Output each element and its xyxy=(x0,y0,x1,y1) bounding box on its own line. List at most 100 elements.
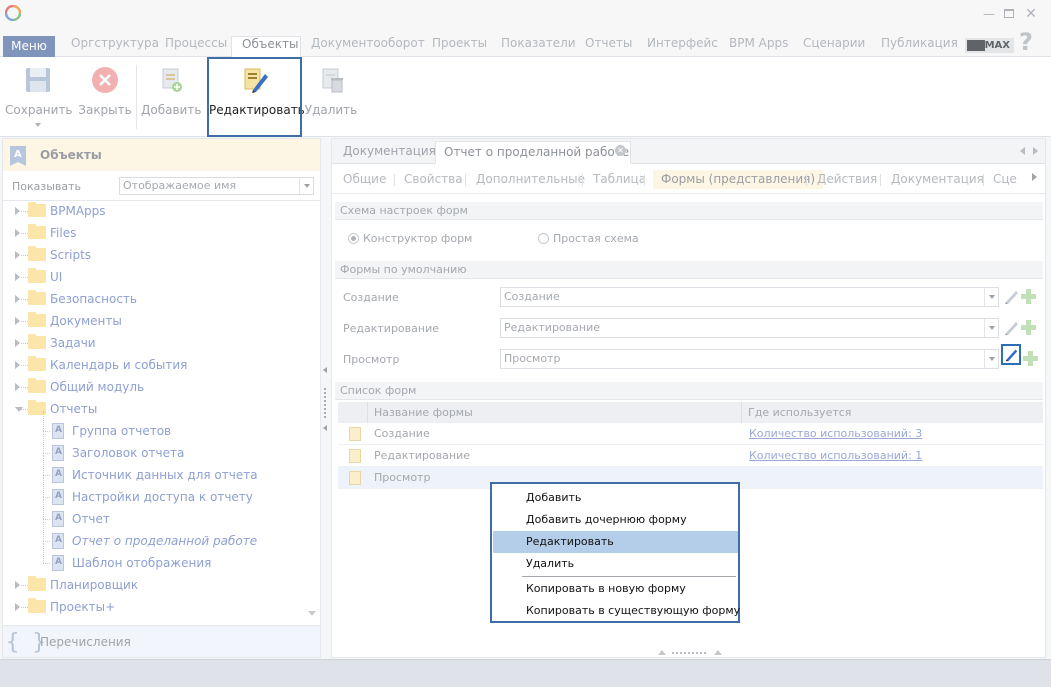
create-form-select[interactable]: Создание xyxy=(500,287,999,307)
tab-general[interactable]: Общие xyxy=(343,170,386,189)
table-row[interactable]: Редактирование Количество использований:… xyxy=(338,445,1043,467)
tree-item-label: Планировщик xyxy=(50,578,139,592)
edit-pencil-icon[interactable] xyxy=(1003,319,1020,336)
tab-scenarios[interactable]: Сценарии xyxy=(803,36,865,57)
default-forms-section: Формы по умолчанию xyxy=(335,261,1043,279)
menu-button[interactable]: Меню xyxy=(3,36,55,57)
table-header-name[interactable]: Название формы xyxy=(368,402,742,423)
edit-form-select[interactable]: Редактирование xyxy=(500,318,999,338)
edit-view-form-button[interactable] xyxy=(1001,344,1021,365)
expand-arrow-icon[interactable] xyxy=(15,361,20,369)
close-tab-icon[interactable]: ✕ xyxy=(615,145,626,156)
add-button[interactable]: Добавить xyxy=(141,57,201,137)
tab-documentation[interactable]: Документация xyxy=(891,170,984,189)
expand-arrow-icon[interactable] xyxy=(15,207,20,215)
radio-constructor[interactable] xyxy=(348,233,359,244)
add-plus-icon[interactable] xyxy=(1022,350,1039,367)
bottom-splitter-grip[interactable] xyxy=(654,650,724,658)
doc-tab-work-report[interactable]: Отчет о проделанной работе xyxy=(435,141,631,164)
tab-reports[interactable]: Отчеты xyxy=(585,36,632,57)
tree-item-label: Общий модуль xyxy=(50,380,145,394)
show-select-value: Отображаемое имя xyxy=(123,179,237,192)
add-plus-icon[interactable] xyxy=(1020,319,1037,336)
tab-org-structure[interactable]: Оргструктура xyxy=(71,36,159,57)
collapse-left-icon[interactable] xyxy=(323,367,327,373)
view-form-select[interactable]: Просмотр xyxy=(500,349,999,369)
menu-item-delete[interactable]: Удалить xyxy=(493,553,738,575)
splitter-grip[interactable] xyxy=(324,388,326,418)
expand-arrow-icon[interactable] xyxy=(15,295,20,303)
tab-interface[interactable]: Интерфейс xyxy=(647,36,718,57)
edit-button-highlight xyxy=(207,57,302,137)
save-button[interactable]: Сохранить xyxy=(5,57,73,137)
tab-actions[interactable]: Действия xyxy=(817,170,877,189)
menu-item-copy-existing[interactable]: Копировать в существующую форму xyxy=(493,600,740,622)
folder-icon xyxy=(28,356,46,371)
tab-projects[interactable]: Проекты xyxy=(432,36,487,57)
expand-arrow-icon[interactable] xyxy=(15,339,20,347)
add-document-icon xyxy=(162,68,182,92)
edit-form-value: Редактирование xyxy=(504,321,600,334)
tab-scenarios[interactable]: Сце xyxy=(993,170,1017,189)
tab-forms[interactable]: Формы (представления) xyxy=(653,170,824,189)
maximize-icon[interactable] xyxy=(1001,6,1017,22)
expand-arrow-icon[interactable] xyxy=(15,317,20,325)
collapse-up-icon[interactable] xyxy=(658,650,666,655)
tab-bpm-apps[interactable]: BPM Apps xyxy=(729,36,788,57)
collapse-left-icon[interactable] xyxy=(323,425,327,431)
tab-publication[interactable]: Публикация xyxy=(881,36,958,57)
save-dropdown-icon[interactable] xyxy=(35,123,41,127)
expand-arrow-icon[interactable] xyxy=(15,273,20,281)
close-button[interactable]: Закрыть xyxy=(77,57,133,137)
save-icon xyxy=(26,68,50,92)
expand-arrow-icon[interactable] xyxy=(15,383,20,391)
close-window-icon[interactable]: ✕ xyxy=(1023,6,1039,22)
scroll-tabs-right-icon[interactable] xyxy=(1033,147,1038,155)
radio-simple[interactable] xyxy=(538,233,549,244)
form-usage-link[interactable]: Количество использований: 1 xyxy=(749,449,922,462)
objects-icon: A xyxy=(10,146,26,166)
expand-arrow-icon[interactable] xyxy=(15,581,20,589)
enumerations-bar[interactable]: { } Перечисления xyxy=(3,625,320,657)
tab-additional[interactable]: Дополнительные xyxy=(476,170,585,189)
add-plus-icon[interactable] xyxy=(1020,288,1037,305)
panel-splitter[interactable] xyxy=(321,138,331,658)
menu-item-copy-new[interactable]: Копировать в новую форму xyxy=(493,578,738,600)
tab-objects[interactable]: Объекты xyxy=(231,36,301,58)
scroll-tabs-right-icon[interactable] xyxy=(1032,173,1037,181)
toolbar: Сохранить Закрыть Добавить Редактировать xyxy=(0,57,1051,137)
toolbar-separator xyxy=(136,65,137,129)
edit-pencil-icon[interactable] xyxy=(1003,288,1020,305)
show-select[interactable]: Отображаемое имя xyxy=(119,177,314,195)
tab-table[interactable]: Таблица xyxy=(593,170,646,189)
doc-tab-documentation[interactable]: Документация xyxy=(335,141,436,164)
tree-item-label: Files xyxy=(50,226,77,240)
table-row[interactable]: Создание Количество использований: 3 xyxy=(338,423,1043,445)
tab-document-flow[interactable]: Документооборот xyxy=(311,36,425,57)
radio-constructor-label: Конструктор форм xyxy=(363,232,473,245)
table-header-usage[interactable]: Где используется xyxy=(742,402,1043,423)
menu-item-add[interactable]: Добавить xyxy=(493,487,738,509)
chevron-down-icon[interactable] xyxy=(299,178,313,194)
tab-properties[interactable]: Свойства xyxy=(404,170,463,189)
scroll-down-icon[interactable] xyxy=(306,607,318,621)
tree-item-label: Безопасность xyxy=(50,292,137,306)
tree-item-label: UI xyxy=(50,270,63,284)
folder-icon xyxy=(28,312,46,327)
chevron-down-icon[interactable] xyxy=(984,319,998,337)
chevron-down-icon[interactable] xyxy=(984,288,998,306)
collapse-up-icon[interactable] xyxy=(714,650,722,655)
minimize-icon[interactable]: — xyxy=(981,6,997,22)
tab-indicators[interactable]: Показатели xyxy=(501,36,576,57)
expand-arrow-icon[interactable] xyxy=(15,229,20,237)
form-usage-link[interactable]: Количество использований: 3 xyxy=(749,427,922,440)
expand-arrow-icon[interactable] xyxy=(15,603,20,611)
tab-processes[interactable]: Процессы xyxy=(165,36,227,57)
scroll-tabs-left-icon[interactable] xyxy=(1020,147,1025,155)
chevron-down-icon[interactable] xyxy=(984,350,998,368)
help-icon[interactable]: ? xyxy=(1019,28,1033,56)
delete-button[interactable]: Удалить xyxy=(303,57,359,137)
menu-item-edit[interactable]: Редактировать xyxy=(493,531,738,553)
menu-item-add-child[interactable]: Добавить дочернюю форму xyxy=(493,509,738,531)
expand-arrow-icon[interactable] xyxy=(15,251,20,259)
